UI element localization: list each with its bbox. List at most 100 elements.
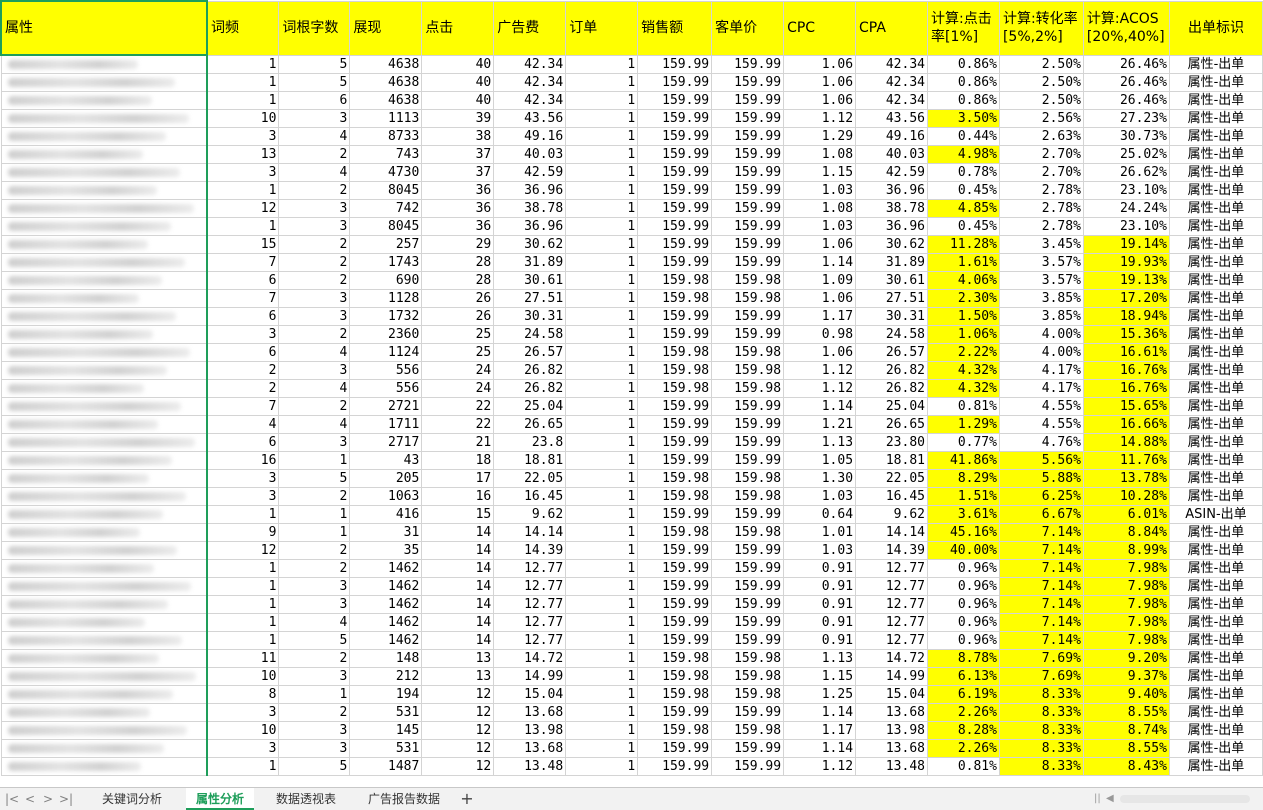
table-cell[interactable]: 13.68 bbox=[493, 739, 567, 758]
attribute-cell-redacted[interactable] bbox=[0, 91, 208, 110]
table-cell[interactable]: 23.10% bbox=[1082, 181, 1170, 200]
table-cell[interactable]: 1.50% bbox=[926, 307, 1000, 326]
table-cell[interactable]: 8.43% bbox=[1082, 757, 1170, 776]
table-cell[interactable]: 3.57% bbox=[998, 253, 1084, 272]
table-cell[interactable]: 属性-出单 bbox=[1168, 361, 1263, 380]
table-cell[interactable]: 属性-出单 bbox=[1168, 271, 1263, 290]
table-cell[interactable]: 159.99 bbox=[637, 631, 713, 650]
header-impressions[interactable]: 展现 bbox=[349, 0, 423, 56]
table-cell[interactable]: 1.08 bbox=[783, 199, 857, 218]
table-cell[interactable]: 40 bbox=[421, 54, 495, 74]
header-ctr[interactable]: 计算:点击率[1%] bbox=[926, 0, 1000, 56]
table-cell[interactable]: 13.48 bbox=[493, 757, 567, 776]
table-cell[interactable]: 1462 bbox=[349, 559, 423, 578]
table-cell[interactable]: 1 bbox=[565, 325, 639, 344]
table-cell[interactable]: 3 bbox=[278, 577, 351, 596]
table-cell[interactable]: 159.99 bbox=[637, 145, 713, 164]
table-cell[interactable]: 159.99 bbox=[711, 739, 785, 758]
table-cell[interactable]: 0.96% bbox=[926, 595, 1000, 614]
tab-pivot-table[interactable]: 数据透视表 bbox=[266, 788, 346, 810]
table-cell[interactable]: 6.67% bbox=[998, 505, 1084, 524]
table-cell[interactable]: 12 bbox=[421, 685, 495, 704]
table-cell[interactable]: 3.85% bbox=[998, 289, 1084, 308]
table-cell[interactable]: 3.85% bbox=[998, 307, 1084, 326]
table-cell[interactable]: 36.96 bbox=[493, 217, 567, 236]
table-cell[interactable]: 1063 bbox=[349, 487, 423, 506]
table-cell[interactable]: 159.99 bbox=[637, 91, 713, 110]
attribute-cell-redacted[interactable] bbox=[0, 343, 208, 362]
table-cell[interactable]: 36.96 bbox=[493, 181, 567, 200]
table-cell[interactable]: 7.98% bbox=[1082, 631, 1170, 650]
table-cell[interactable]: 31.89 bbox=[493, 253, 567, 272]
table-cell[interactable]: 属性-出单 bbox=[1168, 577, 1263, 596]
table-cell[interactable]: 1 bbox=[565, 73, 639, 92]
table-cell[interactable]: 8.78% bbox=[926, 649, 1000, 668]
table-cell[interactable]: 43.56 bbox=[855, 109, 928, 128]
table-cell[interactable]: 19.93% bbox=[1082, 253, 1170, 272]
table-cell[interactable]: 1732 bbox=[349, 307, 423, 326]
table-cell[interactable]: 7.69% bbox=[998, 649, 1084, 668]
table-cell[interactable]: 3 bbox=[206, 739, 280, 758]
table-cell[interactable]: 3 bbox=[278, 721, 351, 740]
table-cell[interactable]: 531 bbox=[349, 703, 423, 722]
table-cell[interactable]: 3 bbox=[206, 163, 280, 182]
table-cell[interactable]: 属性-出单 bbox=[1168, 163, 1263, 182]
table-cell[interactable]: 5 bbox=[278, 757, 351, 776]
table-cell[interactable]: 1 bbox=[565, 505, 639, 524]
table-cell[interactable]: 28 bbox=[421, 271, 495, 290]
table-cell[interactable]: 159.99 bbox=[711, 253, 785, 272]
table-cell[interactable]: 159.98 bbox=[637, 361, 713, 380]
table-cell[interactable]: 12 bbox=[421, 721, 495, 740]
table-cell[interactable]: 159.98 bbox=[637, 487, 713, 506]
table-cell[interactable]: 4.85% bbox=[926, 199, 1000, 218]
table-cell[interactable]: 3 bbox=[278, 217, 351, 236]
table-cell[interactable]: 3 bbox=[278, 109, 351, 128]
table-cell[interactable]: 25 bbox=[421, 343, 495, 362]
attribute-cell-redacted[interactable] bbox=[0, 253, 208, 272]
table-cell[interactable]: 1 bbox=[206, 91, 280, 110]
table-cell[interactable]: 2 bbox=[278, 649, 351, 668]
table-cell[interactable]: 8045 bbox=[349, 181, 423, 200]
table-cell[interactable]: 2721 bbox=[349, 397, 423, 416]
prev-sheet-button[interactable]: < bbox=[22, 790, 38, 808]
table-cell[interactable]: 1.14 bbox=[783, 253, 857, 272]
table-cell[interactable]: 1.03 bbox=[783, 217, 857, 236]
table-cell[interactable]: 14 bbox=[421, 523, 495, 542]
table-cell[interactable]: 1 bbox=[565, 721, 639, 740]
table-cell[interactable]: 22.05 bbox=[855, 469, 928, 488]
attribute-cell-redacted[interactable] bbox=[0, 541, 208, 560]
table-cell[interactable]: 属性-出单 bbox=[1168, 559, 1263, 578]
last-sheet-button[interactable]: >| bbox=[58, 790, 74, 808]
table-cell[interactable]: 15.65% bbox=[1082, 397, 1170, 416]
table-cell[interactable]: 1124 bbox=[349, 343, 423, 362]
table-cell[interactable]: 17 bbox=[421, 469, 495, 488]
table-cell[interactable]: 5 bbox=[278, 73, 351, 92]
attribute-cell-redacted[interactable] bbox=[0, 649, 208, 668]
table-cell[interactable]: 30.73% bbox=[1082, 127, 1170, 146]
table-cell[interactable]: 159.99 bbox=[711, 145, 785, 164]
table-cell[interactable]: 属性-出单 bbox=[1168, 343, 1263, 362]
table-cell[interactable]: 21 bbox=[421, 433, 495, 452]
table-cell[interactable]: 30.61 bbox=[493, 271, 567, 290]
table-cell[interactable]: 1.15 bbox=[783, 163, 857, 182]
table-cell[interactable]: 属性-出单 bbox=[1168, 739, 1263, 758]
table-cell[interactable]: 49.16 bbox=[855, 127, 928, 146]
table-cell[interactable]: 2.63% bbox=[998, 127, 1084, 146]
table-cell[interactable]: 9.20% bbox=[1082, 649, 1170, 668]
table-cell[interactable]: 12.77 bbox=[493, 613, 567, 632]
table-cell[interactable]: 31.89 bbox=[855, 253, 928, 272]
header-root-chars[interactable]: 词根字数 bbox=[278, 0, 351, 56]
table-cell[interactable]: 159.99 bbox=[637, 199, 713, 218]
table-cell[interactable]: 2.50% bbox=[998, 91, 1084, 110]
table-cell[interactable]: 13 bbox=[421, 649, 495, 668]
table-cell[interactable]: 3 bbox=[206, 487, 280, 506]
table-cell[interactable]: 31 bbox=[349, 523, 423, 542]
table-cell[interactable]: 9.37% bbox=[1082, 667, 1170, 686]
header-acos[interactable]: 计算:ACOS [20%,40%] bbox=[1082, 0, 1170, 56]
table-cell[interactable]: 36 bbox=[421, 217, 495, 236]
table-cell[interactable]: 24 bbox=[421, 379, 495, 398]
table-cell[interactable]: 4730 bbox=[349, 163, 423, 182]
table-cell[interactable]: 属性-出单 bbox=[1168, 433, 1263, 452]
table-cell[interactable]: 属性-出单 bbox=[1168, 721, 1263, 740]
table-cell[interactable]: 1 bbox=[565, 541, 639, 560]
